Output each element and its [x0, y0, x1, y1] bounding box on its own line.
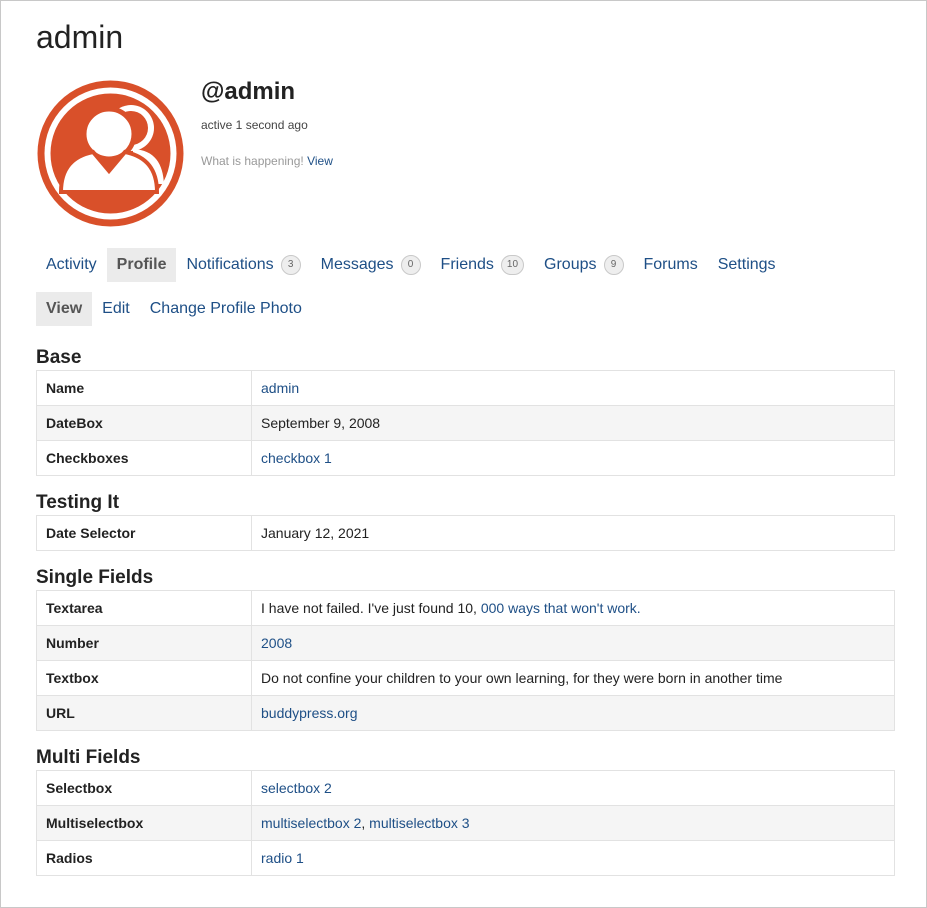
table-row: Multiselectbox multiselectbox 2, multise… [36, 805, 895, 841]
field-group-table: Date Selector January 12, 2021 [36, 515, 895, 551]
subnav-tab-view[interactable]: View [36, 292, 93, 326]
field-label: Textarea [36, 590, 252, 626]
nav-tab-settings[interactable]: Settings [708, 248, 786, 282]
page-title: admin [36, 19, 124, 55]
field-label: Number [36, 625, 252, 661]
nav-tab-label: Activity [46, 256, 97, 273]
table-row: Selectbox selectbox 2 [36, 770, 895, 806]
avatar[interactable] [37, 80, 184, 227]
field-label: Checkboxes [36, 440, 252, 476]
field-value-link[interactable]: 2008 [261, 635, 292, 651]
field-group-title: Testing It [36, 492, 120, 513]
field-label: DateBox [36, 405, 252, 441]
table-row: Number 2008 [36, 625, 895, 661]
nav-tab-profile[interactable]: Profile [106, 248, 177, 282]
field-value-link[interactable]: admin [261, 380, 299, 396]
field-value-link[interactable]: 000 ways that won't work. [481, 600, 641, 616]
latest-status: What is happening! View [201, 154, 333, 168]
nav-tab-label: Settings [717, 256, 776, 273]
nav-tab-label: Friends [440, 256, 494, 273]
field-value-link[interactable]: multiselectbox 2 [261, 815, 361, 831]
nav-tab-forums[interactable]: Forums [634, 248, 708, 282]
status-view-link[interactable]: View [307, 154, 333, 168]
table-row: URL buddypress.org [36, 695, 895, 731]
nav-tab-label: Groups [544, 256, 597, 273]
nav-tab-label: Forums [643, 256, 698, 273]
table-row: Radios radio 1 [36, 840, 895, 876]
field-group-title: Base [36, 347, 82, 368]
field-value: radio 1 [251, 840, 895, 876]
nav-tab-friends[interactable]: Friends 10 [431, 248, 534, 282]
table-row: Checkboxes checkbox 1 [36, 440, 895, 476]
value-separator: , [361, 815, 370, 831]
field-value-text: I have not failed. I've just found 10, [261, 600, 481, 616]
count-badge: 0 [400, 255, 421, 275]
nav-tab-label: Messages [320, 256, 394, 273]
table-row: DateBox September 9, 2008 [36, 405, 895, 441]
subnav-tab-edit[interactable]: Edit [92, 292, 140, 326]
field-value: multiselectbox 2, multiselectbox 3 [251, 805, 895, 841]
subnav-tab-change-photo[interactable]: Change Profile Photo [140, 292, 312, 326]
field-value: January 12, 2021 [251, 515, 895, 551]
table-row: Name admin [36, 370, 895, 406]
nav-tab-activity[interactable]: Activity [36, 248, 107, 282]
field-value-link[interactable]: radio 1 [261, 850, 304, 866]
user-avatar-icon [37, 80, 184, 227]
field-value: I have not failed. I've just found 10, 0… [251, 590, 895, 626]
table-row: Date Selector January 12, 2021 [36, 515, 895, 551]
field-label: Date Selector [36, 515, 252, 551]
field-group-table: Textarea I have not failed. I've just fo… [36, 590, 895, 731]
field-value: 2008 [251, 625, 895, 661]
field-value-link[interactable]: multiselectbox 3 [369, 815, 469, 831]
field-label: Selectbox [36, 770, 252, 806]
field-value: buddypress.org [251, 695, 895, 731]
field-value: admin [251, 370, 895, 406]
field-label: Radios [36, 840, 252, 876]
count-badge: 9 [603, 255, 624, 275]
field-value-link[interactable]: buddypress.org [261, 705, 358, 721]
field-value: selectbox 2 [251, 770, 895, 806]
user-handle: @admin [201, 78, 296, 105]
field-label: URL [36, 695, 252, 731]
table-row: Textbox Do not confine your children to … [36, 660, 895, 696]
nav-tab-label: Notifications [186, 256, 274, 273]
field-group-title: Single Fields [36, 567, 154, 588]
count-badge: 10 [500, 255, 525, 275]
field-value-link[interactable]: checkbox 1 [261, 450, 332, 466]
field-value: checkbox 1 [251, 440, 895, 476]
nav-tab-messages[interactable]: Messages 0 [311, 248, 431, 282]
nav-tab-label: Profile [116, 256, 167, 273]
field-label: Name [36, 370, 252, 406]
nav-tab-groups[interactable]: Groups 9 [534, 248, 633, 282]
field-value-link[interactable]: selectbox 2 [261, 780, 332, 796]
field-group-title: Multi Fields [36, 747, 141, 768]
profile-subnav: View Edit Change Profile Photo [36, 292, 312, 326]
field-label: Textbox [36, 660, 252, 696]
field-value: Do not confine your children to your own… [251, 660, 895, 696]
count-badge: 3 [280, 255, 301, 275]
field-group-table: Name admin DateBox September 9, 2008 Che… [36, 370, 895, 476]
profile-nav: Activity Profile Notifications 3 Messages… [36, 248, 786, 282]
nav-tab-notifications[interactable]: Notifications 3 [176, 248, 310, 282]
last-active: active 1 second ago [201, 118, 308, 132]
status-text: What is happening! [201, 154, 304, 168]
field-value: September 9, 2008 [251, 405, 895, 441]
field-group-table: Selectbox selectbox 2 Multiselectbox mul… [36, 770, 895, 876]
field-label: Multiselectbox [36, 805, 252, 841]
table-row: Textarea I have not failed. I've just fo… [36, 590, 895, 626]
